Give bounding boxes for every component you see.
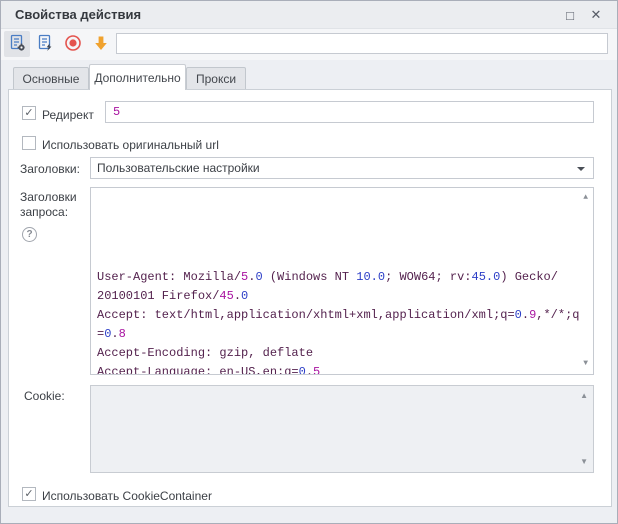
request-headers-label: Заголовки запроса: xyxy=(20,190,90,220)
window-title: Свойства действия xyxy=(15,7,141,22)
maximize-button[interactable]: □ xyxy=(557,4,583,26)
chevron-down-icon xyxy=(577,167,585,171)
scroll-up-icon[interactable]: ▲ xyxy=(583,194,588,202)
code-line: =0.8 xyxy=(97,325,587,344)
code-line: Accept-Encoding: gzip, deflate xyxy=(97,344,587,363)
redirect-label: Редирект xyxy=(42,108,94,122)
code-line: User-Agent: Mozilla/5.0 (Windows NT 10.0… xyxy=(97,268,587,287)
tab-proxy-label: Прокси xyxy=(196,72,236,86)
cookie-container-checkbox[interactable]: ✓ xyxy=(22,487,36,501)
cookie-editor[interactable]: ▲ ▼ xyxy=(90,385,594,473)
code-line: Accept-Language: en-US,en;q=0.5 xyxy=(97,363,587,375)
tab-advanced[interactable]: Дополнительно xyxy=(89,64,186,90)
check-icon: ✓ xyxy=(24,108,33,119)
action-properties-window: Свойства действия □ ✕ xyxy=(0,0,618,524)
action-settings-button[interactable] xyxy=(4,31,30,57)
cookie-container-label: Использовать CookieContainer xyxy=(42,489,212,503)
toolbar xyxy=(1,29,617,60)
original-url-label: Использовать оригинальный url xyxy=(42,138,219,152)
document-lightning-icon xyxy=(35,33,55,56)
close-icon: ✕ xyxy=(591,7,602,23)
download-button[interactable] xyxy=(88,31,114,57)
titlebar: Свойства действия □ ✕ xyxy=(1,1,617,29)
window-buttons: □ ✕ xyxy=(557,1,609,29)
help-icon[interactable]: ? xyxy=(22,227,37,242)
scroll-down-icon[interactable]: ▼ xyxy=(580,458,588,466)
check-icon: ✓ xyxy=(24,489,33,500)
advanced-tab-panel: ✓ Редирект 5 Использовать оригинальный u… xyxy=(8,89,612,507)
tab-basic-label: Основные xyxy=(23,72,80,86)
headers-select-label: Заголовки: xyxy=(20,162,80,176)
tab-basic[interactable]: Основные xyxy=(13,67,89,90)
action-run-button[interactable] xyxy=(32,31,58,57)
cookie-label: Cookie: xyxy=(24,389,65,403)
original-url-checkbox[interactable] xyxy=(22,136,36,150)
document-settings-icon xyxy=(7,33,27,56)
scroll-down-icon[interactable]: ▼ xyxy=(583,360,588,368)
question-mark: ? xyxy=(26,229,32,240)
code-line: 20100101 Firefox/45.0 xyxy=(97,287,587,306)
record-icon xyxy=(63,33,83,56)
toolbar-input[interactable] xyxy=(116,33,608,54)
redirect-input-value: 5 xyxy=(113,105,120,119)
close-button[interactable]: ✕ xyxy=(583,4,609,26)
redirect-input[interactable]: 5 xyxy=(105,101,594,123)
record-button[interactable] xyxy=(60,31,86,57)
headers-select-value: Пользовательские настройки xyxy=(97,161,260,175)
tab-advanced-label: Дополнительно xyxy=(94,71,180,85)
code-line: Accept: text/html,application/xhtml+xml,… xyxy=(97,306,587,325)
maximize-icon: □ xyxy=(566,8,574,23)
tab-proxy[interactable]: Прокси xyxy=(186,67,246,90)
request-headers-editor[interactable]: ▲ ▼ User-Agent: Mozilla/5.0 (Windows NT … xyxy=(90,187,594,375)
redirect-checkbox[interactable]: ✓ xyxy=(22,106,36,120)
download-arrow-icon xyxy=(91,33,111,56)
scroll-up-icon[interactable]: ▲ xyxy=(580,392,588,400)
headers-select[interactable]: Пользовательские настройки xyxy=(90,157,594,179)
